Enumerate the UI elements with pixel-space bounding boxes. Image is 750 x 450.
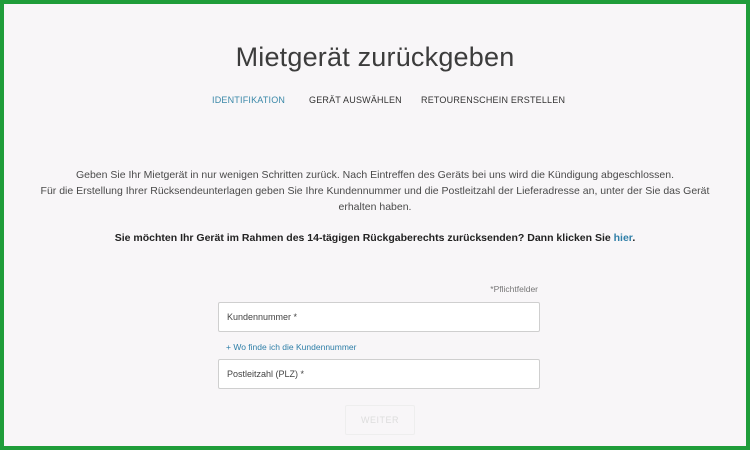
customer-number-input[interactable] [219, 303, 539, 331]
postcode-input[interactable] [219, 360, 539, 388]
step-identifikation[interactable]: IDENTIFIKATION [212, 95, 285, 105]
intro-line-3: erhalten haben. [338, 201, 412, 213]
return-right-note: Sie möchten Ihr Gerät im Rahmen des 14-t… [4, 232, 746, 244]
return-note-text: Sie möchten Ihr Gerät im Rahmen des 14-t… [114, 232, 614, 244]
customer-number-help-link[interactable]: + Wo finde ich die Kundennummer [226, 342, 357, 352]
page-frame: Mietgerät zurückgeben IDENTIFIKATION GER… [0, 0, 750, 450]
return-note-suffix: . [632, 232, 636, 244]
customer-number-field-wrapper [218, 302, 540, 332]
step-geraet-auswaehlen[interactable]: GERÄT AUSWÄHLEN [309, 95, 402, 105]
intro-text: Geben Sie Ihr Mietgerät in nur wenigen S… [4, 167, 746, 215]
postcode-field-wrapper [218, 359, 540, 389]
next-button[interactable]: WEITER [345, 405, 415, 435]
required-fields-note: *Pflichtfelder [490, 284, 538, 294]
page-title: Mietgerät zurückgeben [235, 42, 515, 73]
intro-line-1: Geben Sie Ihr Mietgerät in nur wenigen S… [75, 169, 675, 181]
return-here-link[interactable]: hier [614, 232, 633, 244]
intro-line-2: Für die Erstellung Ihrer Rücksendeunterl… [40, 185, 710, 197]
step-retourenschein-erstellen[interactable]: RETOURENSCHEIN ERSTELLEN [421, 95, 565, 105]
